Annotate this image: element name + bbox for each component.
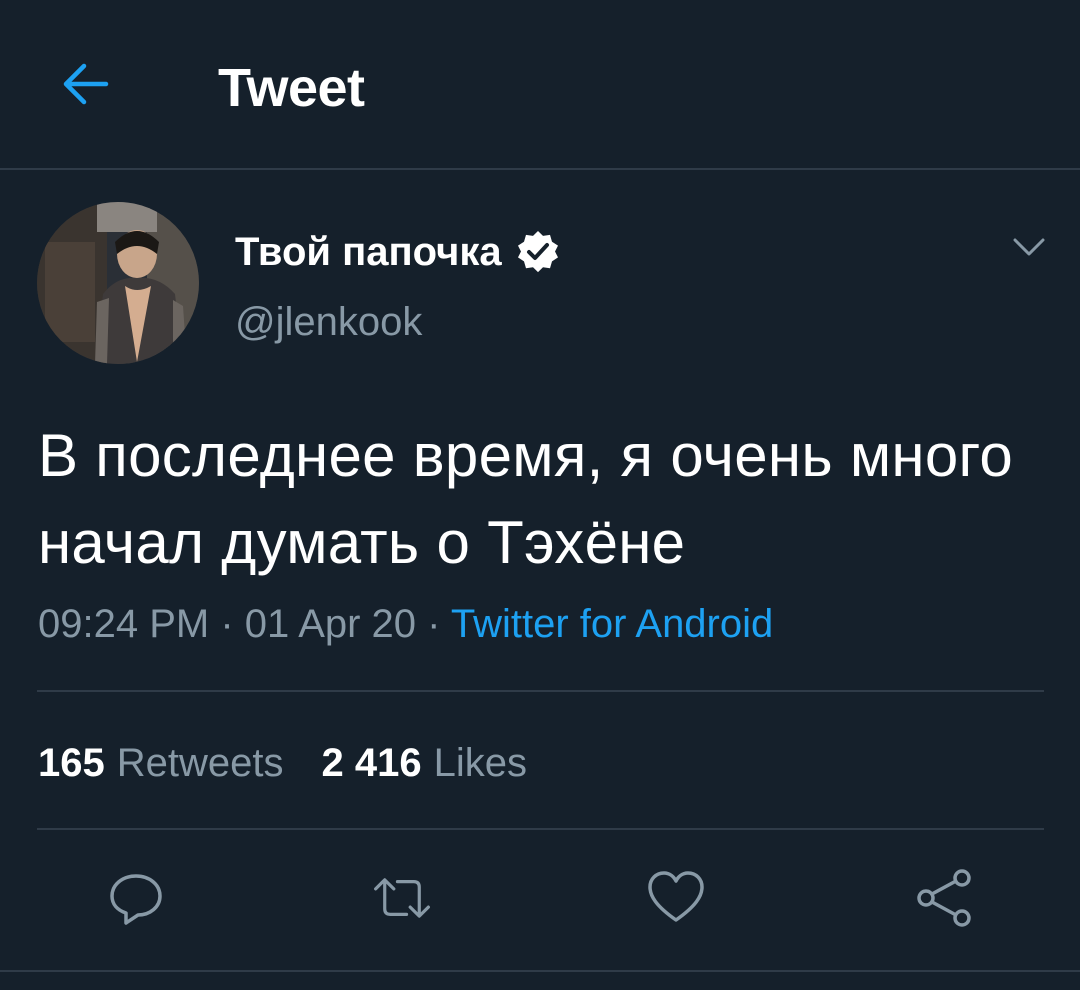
retweet-button[interactable] [372,868,432,928]
page-title: Tweet [218,58,365,118]
divider [0,970,1080,972]
retweets-count: 165 [38,741,105,785]
tweet-stats: 165 Retweets 2 416 Likes [38,736,527,790]
divider [37,690,1044,692]
retweets-stat[interactable]: 165 Retweets [38,736,284,790]
tweet-text: В последнее время, я очень много начал д… [38,422,1014,576]
tweet-time: 09:24 PM [38,602,210,646]
reply-icon [110,874,162,925]
avatar[interactable] [37,202,199,364]
like-button[interactable] [646,868,706,928]
author-name-row[interactable]: Твой папочка [235,224,560,280]
verified-badge-icon [516,230,560,274]
chevron-down-icon [1013,238,1045,256]
divider [37,828,1044,830]
likes-count: 2 416 [321,741,422,785]
retweets-label: Retweets [116,741,284,785]
share-icon [917,869,971,927]
tweet-date: 01 Apr 20 [244,602,417,646]
author-display-name: Твой папочка [235,230,502,274]
more-options-button[interactable] [1008,226,1050,268]
back-button[interactable] [52,52,116,116]
author-handle[interactable]: @jlenkook [235,296,422,348]
meta-separator: · [220,602,234,646]
arrow-left-icon [63,63,109,105]
reply-button[interactable] [106,868,166,928]
likes-stat[interactable]: 2 416 Likes [322,736,528,790]
tweet-meta: 09:24 PM · 01 Apr 20 · Twitter for Andro… [38,596,773,652]
meta-separator: · [427,602,441,646]
retweet-icon [374,878,430,918]
like-icon [648,871,704,922]
avatar-image [37,202,199,364]
share-button[interactable] [914,868,974,928]
tweet-source-link[interactable]: Twitter for Android [451,602,773,646]
top-app-bar: Tweet [0,0,1080,170]
likes-label: Likes [433,741,527,785]
